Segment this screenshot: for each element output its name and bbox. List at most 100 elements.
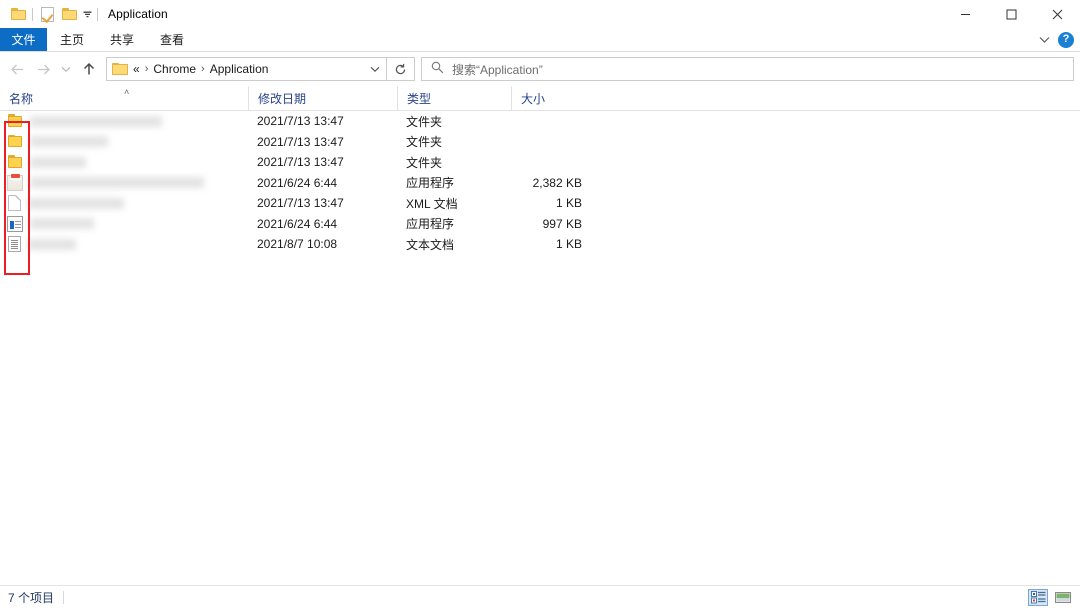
address-dropdown-icon[interactable] xyxy=(364,58,386,80)
table-row[interactable]: 2021/7/13 13:47 文件夹 xyxy=(0,111,1080,132)
file-name-label xyxy=(30,156,86,168)
breadcrumb-separator-2: › xyxy=(201,63,205,75)
file-size-cell: 1 KB xyxy=(555,196,582,211)
file-name-cell[interactable] xyxy=(0,195,248,212)
properties-icon[interactable] xyxy=(36,3,58,25)
file-name-label xyxy=(30,177,204,189)
breadcrumb[interactable]: « › Chrome › Application xyxy=(106,57,387,81)
breadcrumb-separator-1: › xyxy=(144,63,149,75)
file-size-cell: 997 KB xyxy=(542,216,582,231)
ribbon-right-controls: ? xyxy=(1039,28,1074,51)
breadcrumb-item-chrome[interactable]: Chrome xyxy=(153,62,196,76)
column-header-date[interactable]: 修改日期 xyxy=(248,86,397,110)
file-name-cell[interactable] xyxy=(0,113,248,129)
file-date-cell: 2021/7/13 13:47 xyxy=(257,114,344,129)
file-name-cell[interactable] xyxy=(0,173,248,191)
details-view-button[interactable] xyxy=(1028,589,1048,606)
file-name-label xyxy=(30,115,162,127)
tab-share[interactable]: 共享 xyxy=(97,28,147,51)
back-button[interactable] xyxy=(4,56,30,82)
file-name-label xyxy=(30,218,94,230)
search-input[interactable]: 搜索“Application” xyxy=(421,57,1074,81)
breadcrumb-overflow[interactable]: « xyxy=(133,62,140,76)
folder-icon xyxy=(7,134,23,150)
expand-ribbon-icon[interactable] xyxy=(1039,33,1050,47)
file-date-cell: 2021/6/24 6:44 xyxy=(257,175,338,190)
status-divider xyxy=(63,591,65,604)
breadcrumb-item-application[interactable]: Application xyxy=(210,62,269,76)
column-header-type-label: 类型 xyxy=(407,91,432,106)
file-name-label xyxy=(28,238,76,250)
tab-file[interactable]: 文件 xyxy=(0,28,47,51)
file-name-label xyxy=(30,136,108,148)
application-icon xyxy=(7,173,23,191)
search-placeholder: 搜索“Application” xyxy=(452,62,543,77)
column-header-size-label: 大小 xyxy=(521,91,546,106)
view-mode-buttons xyxy=(1028,589,1073,606)
column-header-name[interactable]: 名称 ˄ xyxy=(0,86,248,110)
sort-ascending-icon: ˄ xyxy=(124,87,130,97)
maximize-button[interactable] xyxy=(988,0,1034,28)
item-count-label: 7 个项目 xyxy=(8,591,55,605)
file-type-cell: 文本文档 xyxy=(406,237,455,252)
file-type-cell: 应用程序 xyxy=(406,176,455,191)
folder-icon xyxy=(7,154,23,170)
large-icons-view-button[interactable] xyxy=(1053,589,1073,606)
table-row[interactable]: 2021/6/24 6:44 应用程序 2,382 KB xyxy=(0,173,1080,194)
table-row[interactable]: 2021/7/13 13:47 文件夹 xyxy=(0,152,1080,173)
file-size-cell: 1 KB xyxy=(555,237,582,252)
window-controls xyxy=(942,0,1080,28)
file-list[interactable]: 2021/7/13 13:47 文件夹 2021/7/13 13:47 文件夹 2021… xyxy=(0,111,1080,255)
recent-locations-icon[interactable] xyxy=(56,56,76,82)
folder-icon xyxy=(7,113,23,129)
breadcrumb-path[interactable]: « › Chrome › Application xyxy=(107,62,364,76)
column-header-name-label: 名称 xyxy=(9,91,34,106)
ribbon-tab-bar: 文件 主页 共享 查看 ? xyxy=(0,28,1080,52)
executable-icon xyxy=(7,215,23,232)
column-header-date-label: 修改日期 xyxy=(258,91,307,106)
file-date-cell: 2021/6/24 6:44 xyxy=(257,216,338,231)
toolbar-divider-2 xyxy=(97,7,98,21)
breadcrumb-folder-icon xyxy=(112,62,128,76)
table-row[interactable]: 2021/7/13 13:47 文件夹 xyxy=(0,132,1080,153)
file-type-cell: 文件夹 xyxy=(406,114,443,129)
toolbar-divider xyxy=(32,7,33,21)
minimize-button[interactable] xyxy=(942,0,988,28)
tab-view[interactable]: 查看 xyxy=(147,28,197,51)
window-title: Application xyxy=(108,7,168,21)
file-type-cell: 文件夹 xyxy=(406,155,443,170)
file-type-cell: 应用程序 xyxy=(406,217,455,232)
file-name-label xyxy=(28,197,124,209)
file-name-cell[interactable] xyxy=(0,236,248,253)
table-row[interactable]: 2021/8/7 10:08 文本文档 1 KB xyxy=(0,234,1080,255)
file-date-cell: 2021/8/7 10:08 xyxy=(257,237,338,252)
refresh-button[interactable] xyxy=(387,57,415,81)
close-button[interactable] xyxy=(1034,0,1080,28)
chevron-down-icon[interactable] xyxy=(80,3,94,25)
file-date-cell: 2021/7/13 13:47 xyxy=(257,196,344,211)
column-header-row: 名称 ˄ 修改日期 类型 大小 xyxy=(0,86,1080,111)
column-header-size[interactable]: 大小 xyxy=(511,86,591,110)
file-date-cell: 2021/7/13 13:47 xyxy=(257,155,344,170)
folder-icon[interactable] xyxy=(7,3,29,25)
column-header-type[interactable]: 类型 xyxy=(397,86,511,110)
file-type-cell: 文件夹 xyxy=(406,135,443,150)
file-size-cell: 2,382 KB xyxy=(532,175,582,190)
title-bar: Application xyxy=(0,0,1080,28)
text-document-icon xyxy=(8,236,21,253)
tab-home[interactable]: 主页 xyxy=(47,28,97,51)
file-name-cell[interactable] xyxy=(0,215,248,232)
help-icon[interactable]: ? xyxy=(1058,31,1074,48)
file-date-cell: 2021/7/13 13:47 xyxy=(257,134,344,149)
table-row[interactable]: 2021/7/13 13:47 XML 文档 1 KB xyxy=(0,193,1080,214)
forward-button[interactable] xyxy=(30,56,56,82)
search-icon xyxy=(431,61,444,77)
table-row[interactable]: 2021/6/24 6:44 应用程序 997 KB xyxy=(0,214,1080,235)
quick-access-toolbar xyxy=(0,0,101,28)
status-bar: 7 个项目 xyxy=(0,585,1080,609)
up-button[interactable] xyxy=(76,56,102,82)
xml-document-icon xyxy=(8,195,21,212)
new-folder-icon[interactable] xyxy=(58,3,80,25)
file-name-cell[interactable] xyxy=(0,134,248,150)
file-name-cell[interactable] xyxy=(0,154,248,170)
